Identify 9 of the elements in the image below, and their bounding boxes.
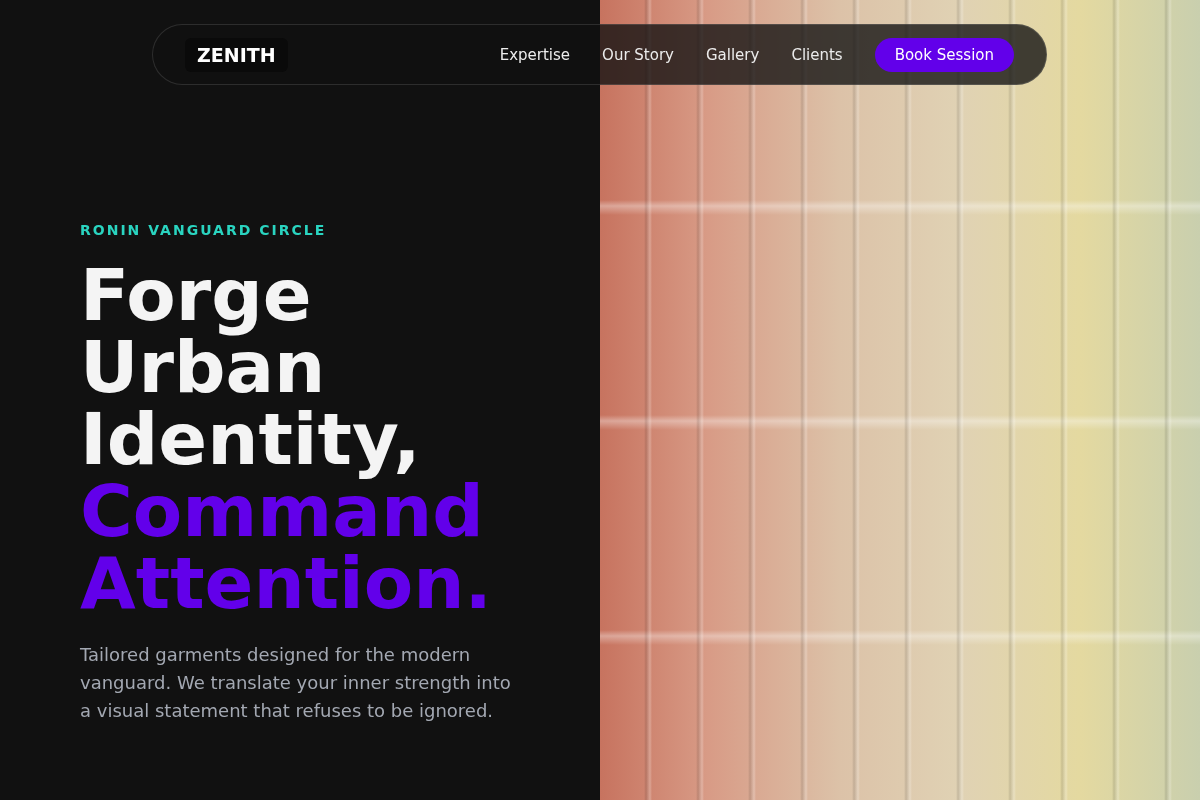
book-session-button[interactable]: Book Session [874, 37, 1014, 72]
nav-link[interactable]: Expertise [499, 45, 571, 64]
hero-heading: Forge Urban Identity, Command Attention. [80, 259, 493, 619]
logo[interactable]: ZENITH [185, 37, 288, 72]
nav-link[interactable]: Gallery [705, 45, 760, 64]
eyebrow-label: RONIN VANGUARD CIRCLE [80, 221, 327, 239]
nav-link[interactable]: Clients [791, 45, 843, 64]
nav-link[interactable]: Our Story [602, 45, 674, 64]
hero-description: Tailored garments designed for the modern vanguard. We translate your inner strength into a visual statement that refuses to be ignored. [80, 643, 512, 723]
